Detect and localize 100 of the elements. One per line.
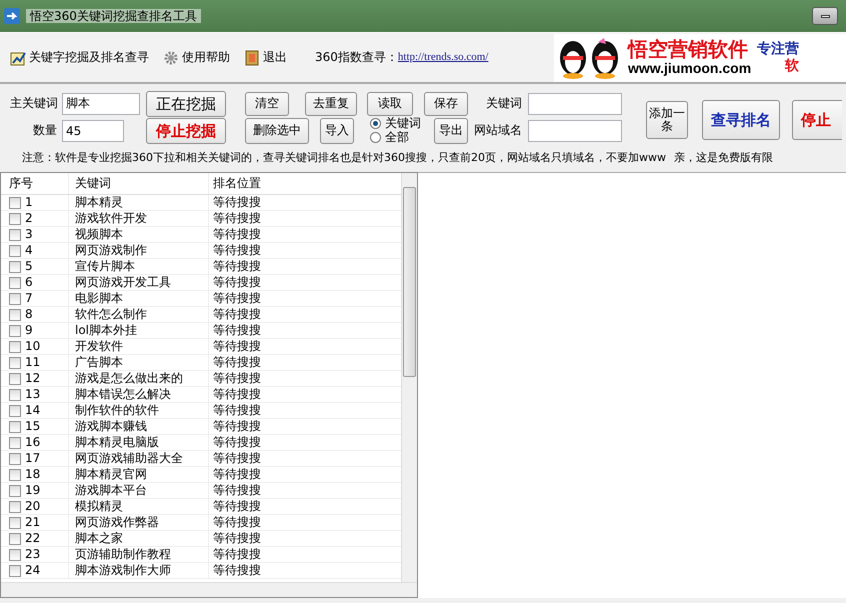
row-number: 23 <box>25 547 40 562</box>
table-cell-text: 等待搜搜 <box>212 291 262 306</box>
table-cell-text: 等待搜搜 <box>212 467 262 482</box>
radio-option[interactable]: 关键词 <box>370 117 426 130</box>
button[interactable]: 读取 <box>367 92 413 116</box>
table-cell: 脚本精灵官网 <box>69 467 209 482</box>
scrollbar[interactable] <box>401 173 417 583</box>
column-header: 序号 <box>1 173 69 194</box>
toolbar-button[interactable]: 关键字挖掘及排名查寻 <box>6 50 153 66</box>
scrollbar[interactable] <box>1 582 417 597</box>
radio-option[interactable]: 全部 <box>370 130 426 144</box>
checkbox[interactable] <box>9 292 21 304</box>
button[interactable]: 停止挖掘 <box>146 118 226 144</box>
button[interactable]: 导出 <box>434 118 468 144</box>
banner-brand: 悟空营销软件 <box>628 38 749 60</box>
table-cell: lol脚本外挂 <box>69 323 209 338</box>
table-cell-text: 等待搜搜 <box>212 307 262 322</box>
row-number: 6 <box>25 275 33 290</box>
keyword-field[interactable]: 脚本 <box>62 92 140 114</box>
toolbar-button[interactable]: 退出 <box>240 50 291 66</box>
table-cell: 网页游戏作弊器 <box>69 515 209 530</box>
notice-text: 注意：软件是专业挖掘360下拉和相关关键词的，查寻关键词排名也是针对360搜搜，只查前20页，网站域名只填域名，不要加www <box>22 151 666 165</box>
row-number: 19 <box>25 483 40 498</box>
checkbox[interactable] <box>9 196 21 208</box>
table-cell: 制作软件的软件 <box>69 403 209 418</box>
toolbar-button[interactable]: 使用帮助 <box>159 50 234 66</box>
row-number: 17 <box>25 451 40 466</box>
field-label: 数量 <box>33 123 58 138</box>
table-cell-text: 等待搜搜 <box>212 371 262 386</box>
checkbox[interactable] <box>9 532 21 544</box>
checkbox[interactable] <box>9 404 21 416</box>
table-cell-text: 等待搜搜 <box>212 339 262 354</box>
table-cell-text: 等待搜搜 <box>212 387 262 402</box>
checkbox[interactable] <box>9 500 21 512</box>
checkbox[interactable] <box>9 244 21 256</box>
table-cell-text: 等待搜搜 <box>212 259 262 274</box>
index-label: 360指数查寻： <box>315 50 398 65</box>
table-cell: 视频脚本 <box>69 227 209 242</box>
checkbox[interactable] <box>9 564 21 576</box>
table-cell-text: 等待搜搜 <box>212 499 262 514</box>
checkbox[interactable] <box>9 260 21 272</box>
keyword-field[interactable] <box>528 92 622 114</box>
exit-icon <box>244 50 260 66</box>
checkbox[interactable] <box>9 388 21 400</box>
table-cell: 脚本之家 <box>69 531 209 546</box>
row-number: 2 <box>25 211 33 226</box>
row-number: 4 <box>25 243 33 258</box>
button[interactable]: 清空 <box>245 92 289 116</box>
table-cell-text: 等待搜搜 <box>212 211 262 226</box>
checkbox[interactable] <box>9 516 21 528</box>
table-cell: 脚本错误怎么解决 <box>69 387 209 402</box>
checkbox[interactable] <box>9 308 21 320</box>
button[interactable]: 正在挖掘 <box>146 90 226 116</box>
index-link[interactable]: http://trends.so.com/ <box>398 50 488 64</box>
checkbox[interactable] <box>9 548 21 560</box>
checkbox[interactable] <box>9 276 21 288</box>
button[interactable]: 去重复 <box>305 92 357 116</box>
button[interactable]: 停止 <box>792 100 842 140</box>
row-number: 9 <box>25 323 33 338</box>
domain-field[interactable] <box>528 120 622 142</box>
table-cell: 模拟精灵 <box>69 499 209 514</box>
table-cell: 网页游戏开发工具 <box>69 275 209 290</box>
row-number: 12 <box>25 371 40 386</box>
row-number: 13 <box>25 387 40 402</box>
checkbox[interactable] <box>9 452 21 464</box>
banner-slogan: 专注营 <box>757 40 800 58</box>
table-cell-text: 等待搜搜 <box>212 451 262 466</box>
checkbox[interactable] <box>9 228 21 240</box>
count-field[interactable]: 45 <box>62 120 124 142</box>
row-number: 16 <box>25 435 40 450</box>
table-cell-text: 等待搜搜 <box>212 275 262 290</box>
row-number: 18 <box>25 467 40 482</box>
table-cell: 网页游戏辅助器大全 <box>69 451 209 466</box>
table-cell: 广告脚本 <box>69 355 209 370</box>
checkbox[interactable] <box>9 484 21 496</box>
table-cell: 软件怎么制作 <box>69 307 209 322</box>
row-number: 5 <box>25 259 33 274</box>
button[interactable]: 添加一条 <box>646 101 688 139</box>
checkbox[interactable] <box>9 340 21 352</box>
checkbox[interactable] <box>9 324 21 336</box>
column-header: 排名位置 <box>212 175 262 192</box>
button[interactable]: 保存 <box>424 92 468 116</box>
table-cell-text: 等待搜搜 <box>212 515 262 530</box>
table-cell: 脚本精灵电脑版 <box>69 435 209 450</box>
checkbox[interactable] <box>9 356 21 368</box>
row-number: 22 <box>25 531 40 546</box>
button[interactable]: 删除选中 <box>245 118 309 144</box>
table-cell-text: 等待搜搜 <box>212 531 262 546</box>
button[interactable]: 查寻排名 <box>702 100 780 140</box>
checkbox[interactable] <box>9 420 21 432</box>
table-cell-text: 等待搜搜 <box>212 195 262 210</box>
checkbox[interactable] <box>9 372 21 384</box>
button[interactable]: 导入 <box>320 118 354 144</box>
checkbox[interactable] <box>9 436 21 448</box>
checkbox[interactable] <box>9 212 21 224</box>
minimize-button[interactable] <box>812 7 838 25</box>
window-title: 悟空360关键词挖掘查排名工具 <box>26 8 201 24</box>
field-label: 关键词 <box>486 96 523 111</box>
checkbox[interactable] <box>9 468 21 480</box>
table-cell: 游戏脚本平台 <box>69 483 209 498</box>
